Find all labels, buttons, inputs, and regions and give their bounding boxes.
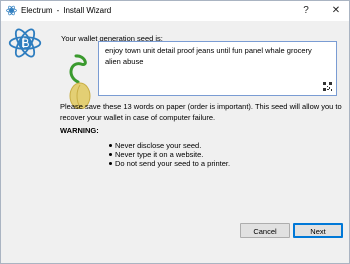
help-button[interactable]: ? — [297, 3, 315, 18]
warning-item: Never disclose your seed. — [109, 141, 230, 150]
warning-list: Never disclose your seed. Never type it … — [109, 141, 230, 168]
warning-item: Never type it on a website. — [109, 150, 230, 159]
install-wizard-window: Electrum - Install Wizard ? ✕ Your wallet … — [0, 0, 350, 264]
app-name: Electrum — [21, 6, 53, 15]
title-separator: - — [56, 6, 60, 15]
qr-code-icon[interactable] — [323, 82, 332, 91]
seed-words: enjoy town unit detail proof jeans until… — [105, 46, 312, 66]
dialog-title: Install Wizard — [63, 6, 112, 15]
next-button[interactable]: Next — [293, 223, 343, 238]
window-title: Electrum - Install Wizard — [21, 6, 111, 15]
warning-title: WARNING: — [60, 126, 99, 135]
electrum-logo-icon — [8, 28, 42, 58]
close-button[interactable]: ✕ — [327, 3, 345, 18]
title-bar: Electrum - Install Wizard ? ✕ — [1, 1, 349, 21]
warning-item: Do not send your seed to a printer. — [109, 159, 230, 168]
cancel-button[interactable]: Cancel — [240, 223, 290, 238]
seed-text-box[interactable]: enjoy town unit detail proof jeans until… — [98, 41, 337, 96]
seed-info-text: Please save these 13 words on paper (ord… — [60, 102, 342, 122]
electrum-logo-icon — [6, 5, 17, 16]
